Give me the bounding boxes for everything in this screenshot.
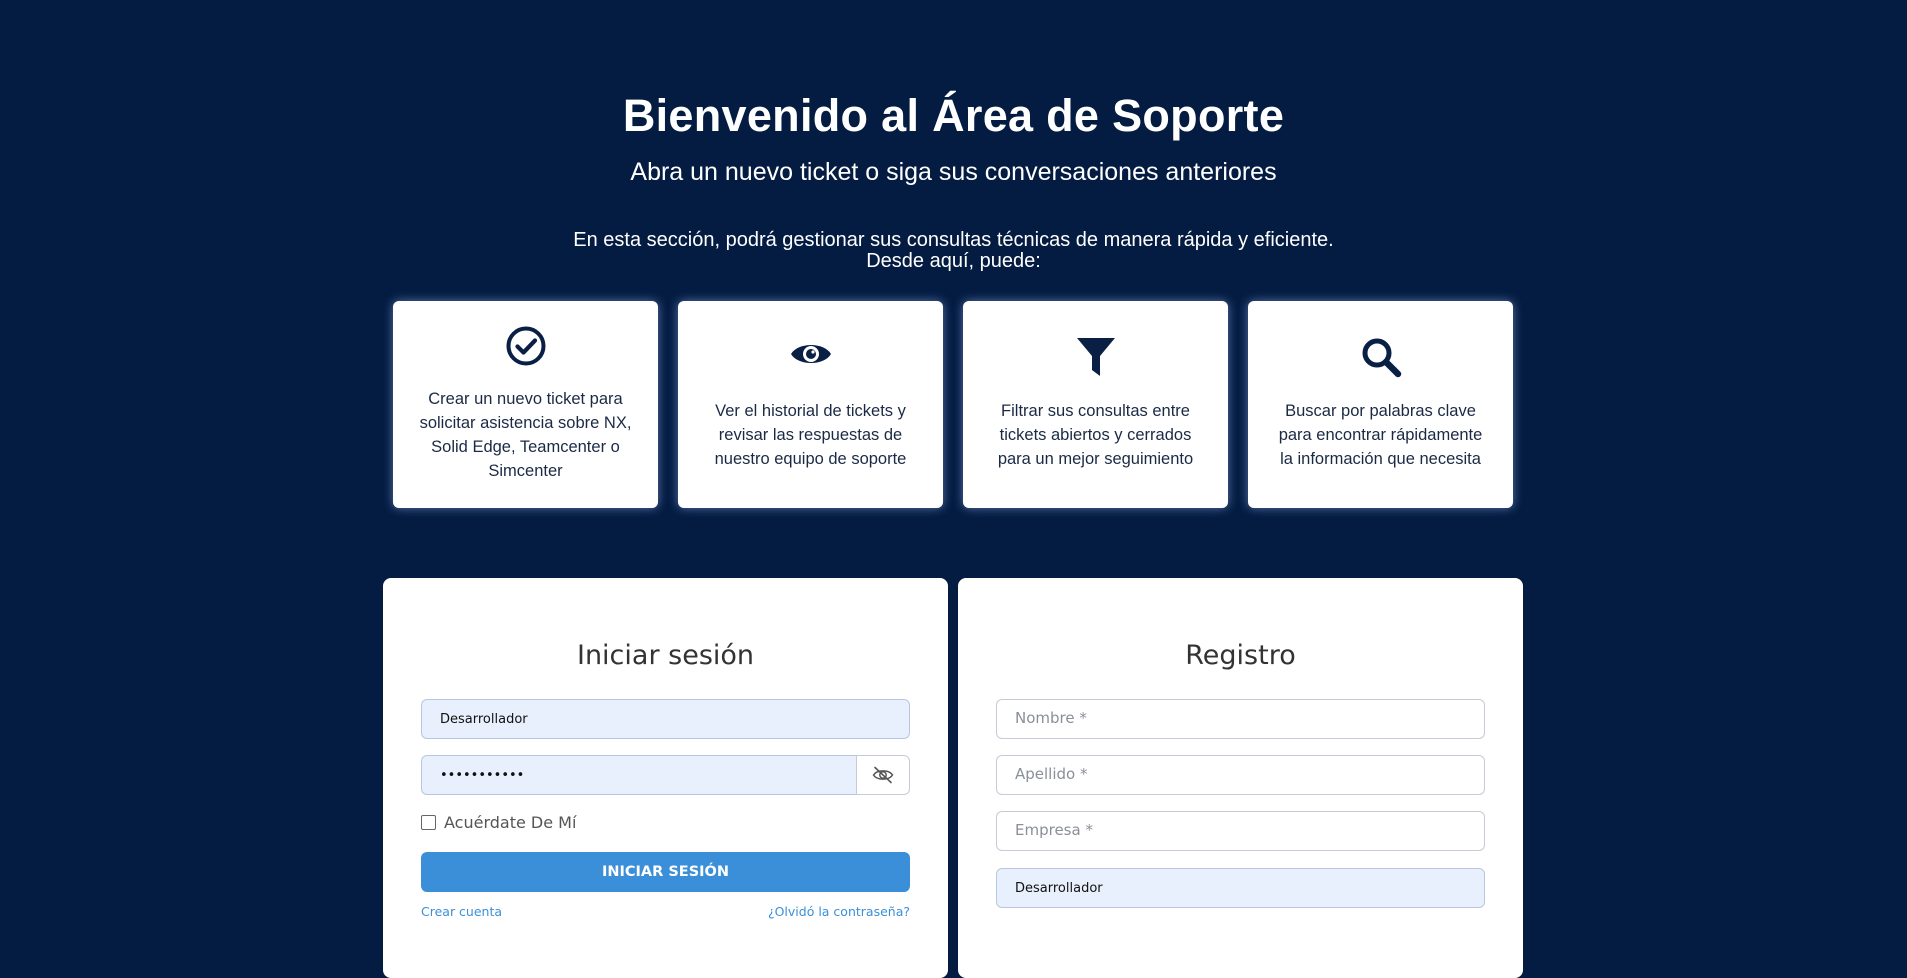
register-title: Registro (1185, 640, 1296, 671)
register-panel: Registro (958, 578, 1523, 978)
login-panel: Iniciar sesión Acuérdate De Mí INICIAR S… (383, 578, 948, 978)
forgot-password-link[interactable]: ¿Olvidó la contraseña? (768, 904, 910, 919)
remember-me-label: Acuérdate De Mí (444, 813, 577, 832)
features-row: Crear un nuevo ticket para solicitar asi… (393, 301, 1514, 508)
password-group (421, 755, 910, 795)
feature-card-filter: Filtrar sus consultas entre tickets abie… (963, 301, 1228, 508)
login-password-input[interactable] (421, 755, 857, 795)
intro-line-2: Desde aquí, puede: (866, 250, 1041, 272)
check-circle-icon (393, 325, 658, 367)
feature-card-search: Buscar por palabras clave para encontrar… (1248, 301, 1513, 508)
page-title: Bienvenido al Área de Soporte (622, 90, 1285, 141)
intro-line-1: En esta sección, podrá gestionar sus con… (573, 229, 1334, 251)
login-button[interactable]: INICIAR SESIÓN (421, 852, 910, 892)
filter-icon (963, 336, 1228, 378)
feature-text: Crear un nuevo ticket para solicitar asi… (419, 390, 632, 480)
register-company-input[interactable] (996, 811, 1485, 851)
eye-slash-icon (872, 766, 894, 784)
password-visibility-toggle[interactable] (856, 755, 910, 795)
create-account-link[interactable]: Crear cuenta (421, 904, 502, 919)
search-icon (1248, 336, 1513, 378)
remember-me[interactable]: Acuérdate De Mí (421, 813, 576, 832)
login-username-input[interactable] (421, 699, 910, 739)
intro-text: En esta sección, podrá gestionar sus con… (0, 230, 1907, 272)
feature-card-create-ticket: Crear un nuevo ticket para solicitar asi… (393, 301, 658, 508)
login-title: Iniciar sesión (576, 640, 755, 671)
page-subtitle: Abra un nuevo ticket o siga sus conversa… (630, 158, 1277, 186)
register-name-input[interactable] (996, 699, 1485, 739)
feature-text: Buscar por palabras clave para encontrar… (1278, 402, 1483, 468)
register-username-input[interactable] (996, 868, 1485, 908)
feature-card-history: Ver el historial de tickets y revisar la… (678, 301, 943, 508)
feature-text: Ver el historial de tickets y revisar la… (714, 402, 907, 468)
remember-me-checkbox[interactable] (421, 815, 436, 830)
register-lastname-input[interactable] (996, 755, 1485, 795)
eye-icon (678, 339, 943, 369)
feature-text: Filtrar sus consultas entre tickets abie… (997, 402, 1194, 468)
